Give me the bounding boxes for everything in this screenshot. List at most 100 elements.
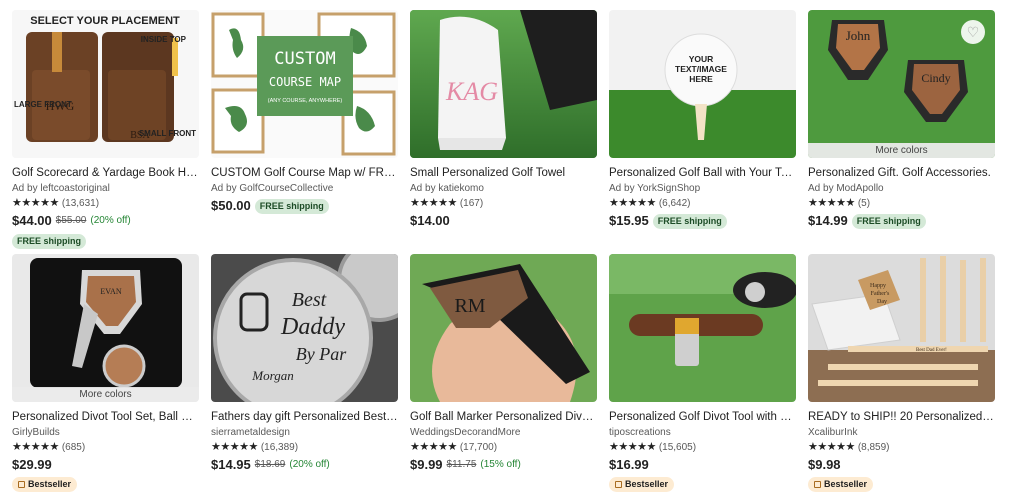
price-row: $14.99 FREE shipping: [808, 213, 995, 229]
more-colors-label[interactable]: More colors: [808, 143, 995, 158]
listing-image[interactable]: KAG: [410, 10, 597, 158]
bestseller-label: Bestseller: [28, 479, 72, 489]
listing-title[interactable]: Golf Ball Marker Personalized Divot Tool: [410, 410, 597, 424]
price-row: $29.99: [12, 457, 199, 473]
stars-icon: ★★★★★: [12, 197, 59, 209]
listing-title[interactable]: Small Personalized Golf Towel: [410, 166, 597, 180]
listing-card[interactable]: EVAN More colors Personalized Divot Tool…: [12, 254, 199, 493]
price-row: $15.95 FREE shipping: [609, 213, 796, 229]
rating-count: (167): [459, 198, 484, 209]
discount: (20% off): [289, 459, 330, 470]
listing-rating: ★★★★★ (5): [808, 197, 995, 210]
image-daddy: Daddy: [280, 314, 345, 340]
listing-title[interactable]: Fathers day gift Personalized Best Dad: [211, 410, 398, 424]
image-tag1: Happy: [870, 283, 886, 289]
listing-card[interactable]: YOUR TEXT/IMAGE HERE Personalized Golf B…: [609, 10, 796, 229]
listing-shop: Ad by GolfCourseCollective: [211, 183, 334, 194]
listing-image[interactable]: [609, 254, 796, 402]
more-colors-label[interactable]: More colors: [12, 387, 199, 402]
price: $14.99: [808, 213, 848, 228]
old-price: $11.75: [446, 459, 477, 470]
listing-grid: SELECT YOUR PLACEMENT HWG BSA INSIDE TOP…: [0, 0, 1024, 502]
listing-title[interactable]: CUSTOM Golf Course Map w/ FRAME: [211, 166, 398, 180]
listing-shop: Ad by YorkSignShop: [609, 183, 701, 194]
listing-shop: Ad by katiekomo: [410, 183, 484, 194]
listing-card[interactable]: Personalized Golf Divot Tool with Cigar …: [609, 254, 796, 493]
old-price: $18.69: [254, 459, 286, 470]
listing-card[interactable]: SELECT YOUR PLACEMENT HWG BSA INSIDE TOP…: [12, 10, 199, 249]
listing-title[interactable]: Personalized Gift. Golf Accessories.: [808, 166, 995, 180]
image-tag2: Father's: [871, 291, 890, 297]
listing-image[interactable]: EVAN More colors: [12, 254, 199, 402]
price: $14.00: [410, 213, 450, 228]
rating-count: (17,700): [459, 442, 498, 453]
price: $16.99: [609, 457, 649, 472]
listing-shop: XcaliburInk: [808, 427, 858, 438]
listing-title[interactable]: READY to SHIP!! 20 Personalized Golf Tee…: [808, 410, 995, 424]
favorite-heart-icon[interactable]: ♡: [961, 20, 985, 44]
bestseller-badge: Bestseller: [12, 477, 78, 492]
price: $9.98: [808, 457, 841, 472]
listing-shop: sierrametaldesign: [211, 427, 290, 438]
listing-shop: tiposcreations: [609, 427, 671, 438]
image-name1: John: [846, 28, 871, 43]
free-shipping-badge: FREE shipping: [254, 198, 329, 214]
image-by-par: By Par: [296, 344, 347, 364]
image-your: YOUR: [689, 54, 714, 64]
listing-rating: ★★★★★ (13,631): [12, 197, 199, 210]
listing-card[interactable]: John Cindy ♡ More colors Personalized Gi…: [808, 10, 995, 229]
listing-image[interactable]: Best Daddy By Par Morgan: [211, 254, 398, 402]
image-any-course: (ANY COURSE, ANYWHERE): [268, 98, 343, 104]
listing-card[interactable]: Best Daddy By Par Morgan Fathers day gif…: [211, 254, 398, 473]
bag-icon: [814, 481, 821, 488]
listing-card[interactable]: KAG Small Personalized Golf Towel Ad by …: [410, 10, 597, 229]
listing-image[interactable]: YOUR TEXT/IMAGE HERE: [609, 10, 796, 158]
rating-count: (6,642): [658, 198, 691, 209]
bestseller-label: Bestseller: [824, 479, 868, 489]
image-tag3: Day: [877, 299, 887, 305]
listing-rating: ★★★★★ (6,642): [609, 197, 796, 210]
stars-icon: ★★★★★: [12, 441, 59, 453]
image-heading: SELECT YOUR PLACEMENT: [30, 15, 180, 27]
listing-title[interactable]: Personalized Divot Tool Set, Ball Marker: [12, 410, 199, 424]
stars-icon: ★★★★★: [609, 197, 656, 209]
price-row: $50.00 FREE shipping: [211, 198, 398, 214]
listing-shop: WeddingsDecorandMore: [410, 427, 521, 438]
listing-title[interactable]: Personalized Golf Divot Tool with Cigar …: [609, 410, 796, 424]
listing-image[interactable]: Happy Father's Day Best Dad Ever!: [808, 254, 995, 402]
price: $44.00: [12, 213, 52, 228]
bestseller-badge: Bestseller: [609, 477, 675, 492]
rating-count: (8,859): [857, 442, 890, 453]
listing-card[interactable]: CUSTOM COURSE MAP (ANY COURSE, ANYWHERE)…: [211, 10, 398, 214]
listing-image[interactable]: John Cindy ♡ More colors: [808, 10, 995, 158]
bag-icon: [18, 481, 25, 488]
listing-image[interactable]: SELECT YOUR PLACEMENT HWG BSA INSIDE TOP…: [12, 10, 199, 158]
rating-count: (5): [857, 198, 871, 209]
listing-rating: ★★★★★ (8,859): [808, 441, 995, 454]
listing-image[interactable]: CUSTOM COURSE MAP (ANY COURSE, ANYWHERE): [211, 10, 398, 158]
stars-icon: ★★★★★: [808, 441, 855, 453]
listing-rating: ★★★★★ (15,605): [609, 441, 796, 454]
listing-card[interactable]: RM Golf Ball Marker Personalized Divot T…: [410, 254, 597, 473]
listing-title[interactable]: Golf Scorecard & Yardage Book Holder: [12, 166, 199, 180]
listing-card[interactable]: Happy Father's Day Best Dad Ever! READY …: [808, 254, 995, 493]
image-tee-text: Best Dad Ever!: [916, 348, 947, 353]
image-name2: Cindy: [921, 71, 950, 85]
listing-image[interactable]: RM: [410, 254, 597, 402]
rating-count: (685): [61, 442, 86, 453]
listing-shop: Ad by ModApollo: [808, 183, 884, 194]
stars-icon: ★★★★★: [410, 441, 457, 453]
image-text-image: TEXT/IMAGE: [675, 64, 727, 74]
image-here: HERE: [689, 74, 713, 84]
free-shipping-badge: FREE shipping: [851, 213, 926, 229]
image-monogram: KAG: [445, 77, 498, 106]
stars-icon: ★★★★★: [211, 441, 258, 453]
listing-title[interactable]: Personalized Golf Ball with Your Text/Im…: [609, 166, 796, 180]
image-initials: RM: [454, 295, 485, 317]
image-course-map: COURSE MAP: [269, 75, 341, 89]
listing-shop: Ad by leftcoastoriginal: [12, 183, 110, 194]
price-row: $14.95 $18.69 (20% off): [211, 457, 398, 473]
rating-count: (13,631): [61, 198, 100, 209]
stars-icon: ★★★★★: [410, 197, 457, 209]
listing-rating: ★★★★★ (167): [410, 197, 597, 210]
